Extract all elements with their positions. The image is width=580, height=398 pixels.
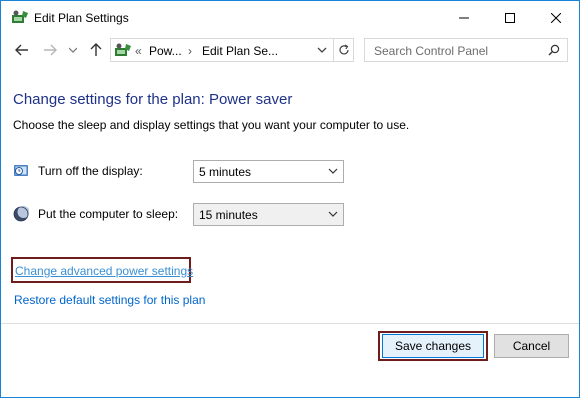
display-clock-icon — [13, 163, 29, 179]
power-options-icon — [11, 9, 29, 25]
display-timeout-label: Turn off the display: — [38, 164, 143, 178]
window-title: Edit Plan Settings — [34, 11, 129, 25]
forward-button[interactable] — [41, 40, 59, 60]
page-description: Choose the sleep and display settings th… — [13, 118, 410, 132]
address-bar[interactable]: « Pow... › Edit Plan Se... — [110, 38, 354, 62]
sleep-timeout-select[interactable]: 15 minutes — [193, 203, 344, 226]
back-arrow-icon — [15, 44, 28, 56]
breadcrumb-item-power-options[interactable]: Pow... — [149, 44, 182, 58]
display-timeout-value: 5 minutes — [199, 165, 252, 179]
close-icon — [551, 12, 561, 23]
address-dropdown-button[interactable] — [315, 43, 329, 57]
power-options-icon — [114, 42, 132, 58]
title-bar[interactable]: Edit Plan Settings — [1, 1, 579, 34]
up-arrow-icon — [90, 43, 102, 56]
cancel-button[interactable]: Cancel — [494, 334, 569, 358]
sleep-timeout-value: 15 minutes — [199, 208, 258, 222]
refresh-icon — [339, 44, 349, 55]
breadcrumb-overflow[interactable]: « — [135, 44, 142, 58]
minimize-button[interactable] — [441, 1, 487, 34]
sleep-timeout-label: Put the computer to sleep: — [38, 207, 179, 221]
maximize-icon — [505, 12, 515, 23]
breadcrumb-separator: › — [188, 44, 192, 58]
chevron-down-icon — [328, 211, 338, 217]
restore-default-settings-link[interactable]: Restore default settings for this plan — [14, 293, 205, 307]
button-bar — [1, 323, 579, 397]
search-input[interactable]: Search Control Panel — [364, 38, 568, 62]
edit-plan-settings-window: Edit Plan Settings « Pow... › Edit Plan … — [0, 0, 580, 398]
chevron-down-icon — [317, 47, 327, 53]
breadcrumb-item-edit-plan-settings[interactable]: Edit Plan Se... — [202, 44, 278, 58]
search-icon[interactable] — [548, 44, 560, 56]
maximize-button[interactable] — [487, 1, 533, 34]
chevron-down-icon — [328, 168, 338, 174]
page-title: Change settings for the plan: Power save… — [13, 91, 293, 108]
forward-arrow-icon — [44, 44, 57, 56]
refresh-button[interactable] — [333, 39, 354, 61]
save-changes-button[interactable]: Save changes — [382, 334, 484, 358]
minimize-icon — [459, 17, 469, 18]
search-placeholder: Search Control Panel — [374, 44, 489, 58]
navigation-bar: « Pow... › Edit Plan Se... Search Contro… — [1, 36, 579, 66]
close-button[interactable] — [533, 1, 579, 34]
recent-locations-button[interactable] — [67, 40, 79, 60]
display-timeout-select[interactable]: 5 minutes — [193, 160, 344, 183]
change-advanced-power-settings-link[interactable]: Change advanced power settings — [15, 264, 193, 278]
up-button[interactable] — [87, 40, 105, 60]
chevron-down-icon — [69, 47, 77, 53]
moon-icon — [13, 206, 30, 222]
back-button[interactable] — [13, 40, 31, 60]
